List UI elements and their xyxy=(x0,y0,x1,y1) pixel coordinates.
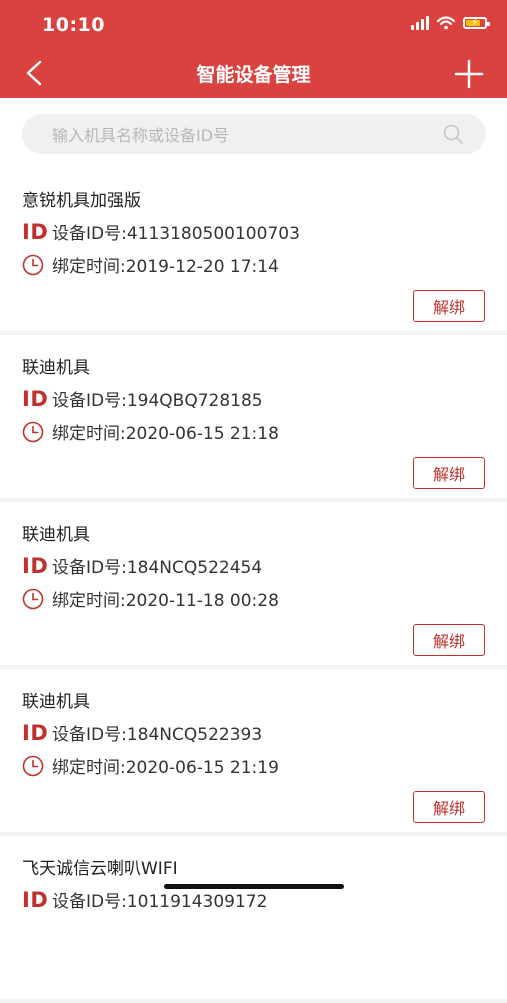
device-id: 设备ID号:194QBQ728185 xyxy=(52,391,263,411)
device-card: 联迪机具 ID 设备ID号:184NCQ522454 绑定时间:2020-11-… xyxy=(0,502,507,665)
search-bar xyxy=(0,98,507,168)
device-id: 设备ID号:4113180500100703 xyxy=(52,224,300,244)
bind-time-row: 绑定时间:2020-06-15 21:19 xyxy=(22,753,279,778)
device-id-row: ID 设备ID号:184NCQ522454 xyxy=(22,553,263,579)
home-indicator[interactable] xyxy=(164,884,344,889)
search-input[interactable] xyxy=(50,114,434,156)
signal-icon xyxy=(411,16,429,30)
bind-time-row: 绑定时间:2019-12-20 17:14 xyxy=(22,252,279,277)
device-id-row: ID 设备ID号:4113180500100703 xyxy=(22,219,300,245)
clock-icon xyxy=(22,755,44,776)
status-icons: ⚡ xyxy=(411,16,490,30)
id-icon: ID xyxy=(22,386,49,411)
battery-icon: ⚡ xyxy=(463,16,490,29)
device-name: 飞天诚信云喇叭WIFI xyxy=(22,859,178,879)
unbind-button[interactable]: 解绑 xyxy=(413,791,485,823)
device-card: 飞天诚信云喇叭WIFI ID 设备ID号:1011914309172 xyxy=(0,836,507,999)
clock-icon xyxy=(22,254,44,275)
search-box[interactable] xyxy=(22,114,486,156)
bind-time: 绑定时间:2019-12-20 17:14 xyxy=(52,257,279,277)
device-name: 联迪机具 xyxy=(22,358,90,378)
search-icon[interactable] xyxy=(442,123,464,145)
top-bar: 10:10 ⚡ 智能设备管理 xyxy=(0,0,507,98)
device-name: 意锐机具加强版 xyxy=(22,191,141,211)
clock-icon xyxy=(22,588,44,609)
device-name: 联迪机具 xyxy=(22,692,90,712)
device-name: 联迪机具 xyxy=(22,525,90,545)
id-icon: ID xyxy=(22,553,49,578)
status-time: 10:10 xyxy=(42,14,105,36)
page-title: 智能设备管理 xyxy=(196,64,311,86)
device-card: 联迪机具 ID 设备ID号:184NCQ522393 绑定时间:2020-06-… xyxy=(0,669,507,832)
clock-icon xyxy=(22,421,44,442)
bind-time-row: 绑定时间:2020-11-18 00:28 xyxy=(22,586,279,611)
bind-time-row: 绑定时间:2020-06-15 21:18 xyxy=(22,419,279,444)
unbind-button[interactable]: 解绑 xyxy=(413,457,485,489)
bind-time: 绑定时间:2020-11-18 00:28 xyxy=(52,591,279,611)
id-icon: ID xyxy=(22,219,49,244)
unbind-button[interactable]: 解绑 xyxy=(413,290,485,322)
id-icon: ID xyxy=(22,720,49,745)
device-card: 联迪机具 ID 设备ID号:194QBQ728185 绑定时间:2020-06-… xyxy=(0,335,507,498)
device-id-row: ID 设备ID号:194QBQ728185 xyxy=(22,386,263,412)
unbind-button[interactable]: 解绑 xyxy=(413,624,485,656)
wifi-icon xyxy=(437,16,455,30)
device-card: 意锐机具加强版 ID 设备ID号:4113180500100703 绑定时间:2… xyxy=(0,168,507,331)
bind-time: 绑定时间:2020-06-15 21:19 xyxy=(52,758,279,778)
device-id: 设备ID号:184NCQ522393 xyxy=(52,725,263,745)
device-list: 意锐机具加强版 ID 设备ID号:4113180500100703 绑定时间:2… xyxy=(0,168,507,1003)
bind-time: 绑定时间:2020-06-15 21:18 xyxy=(52,424,279,444)
device-id: 设备ID号:184NCQ522454 xyxy=(52,558,263,578)
add-icon[interactable] xyxy=(453,58,485,90)
device-id-row: ID 设备ID号:184NCQ522393 xyxy=(22,720,263,746)
